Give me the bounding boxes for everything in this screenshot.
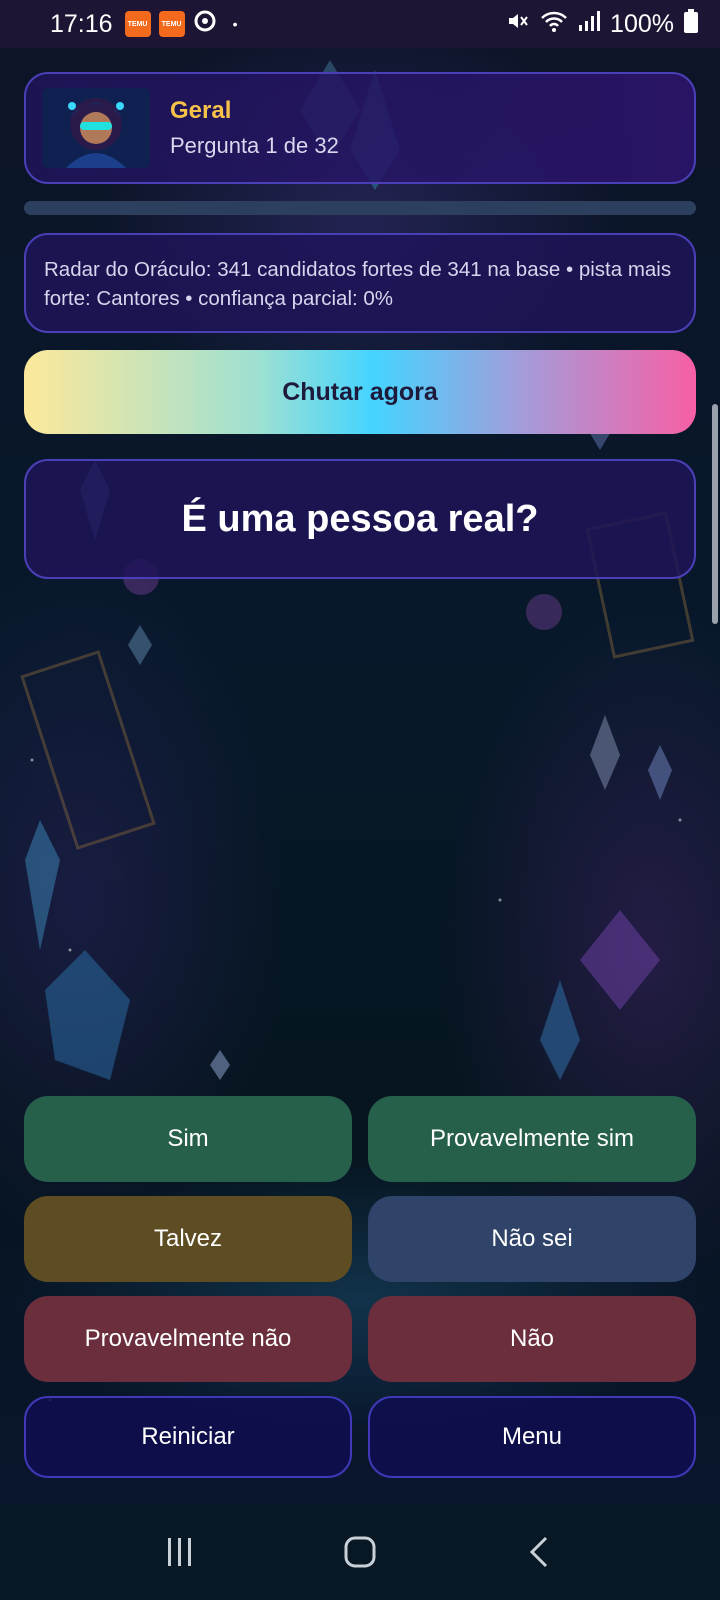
- notification-dot: •: [232, 16, 238, 32]
- guess-now-button[interactable]: Chutar agora: [24, 350, 696, 434]
- answer-maybe-button[interactable]: Talvez: [24, 1196, 352, 1282]
- back-icon[interactable]: [510, 1522, 570, 1582]
- temu-icon: TEMU: [124, 11, 151, 37]
- recents-icon[interactable]: [150, 1522, 210, 1582]
- scrollbar[interactable]: [712, 404, 718, 624]
- category-header: Geral Pergunta 1 de 32: [24, 72, 696, 184]
- battery-percent: 100%: [610, 9, 674, 38]
- answer-no-button[interactable]: Não: [368, 1296, 696, 1382]
- question-counter: Pergunta 1 de 32: [170, 133, 339, 158]
- answer-dont-know-button[interactable]: Não sei: [368, 1196, 696, 1282]
- home-icon[interactable]: [330, 1522, 390, 1582]
- answer-yes-button[interactable]: Sim: [24, 1096, 352, 1182]
- answer-probably-no-button[interactable]: Provavelmente não: [24, 1296, 352, 1382]
- category-title: Geral: [170, 97, 232, 124]
- oracle-avatar: [42, 88, 150, 168]
- question-text: É uma pessoa real?: [181, 497, 539, 540]
- oracle-radar-panel: Radar do Oráculo: 341 candidatos fortes …: [24, 233, 696, 333]
- mute-icon: [506, 9, 530, 40]
- signal-icon: [578, 9, 601, 40]
- status-bar: 17:16 TEMU TEMU • 100%: [0, 0, 720, 48]
- sync-icon: [193, 9, 217, 40]
- clock: 17:16: [50, 9, 113, 38]
- answer-probably-yes-button[interactable]: Provavelmente sim: [368, 1096, 696, 1182]
- question-progress-bar: [24, 201, 696, 215]
- wifi-icon: [540, 9, 568, 40]
- battery-icon: [684, 8, 698, 40]
- navigation-bar: [0, 1504, 720, 1600]
- temu-icon: TEMU: [158, 11, 185, 37]
- question-card: É uma pessoa real?: [24, 459, 696, 579]
- radar-text: Radar do Oráculo: 341 candidatos fortes …: [44, 258, 672, 310]
- menu-button[interactable]: Menu: [368, 1396, 696, 1478]
- restart-button[interactable]: Reiniciar: [24, 1396, 352, 1478]
